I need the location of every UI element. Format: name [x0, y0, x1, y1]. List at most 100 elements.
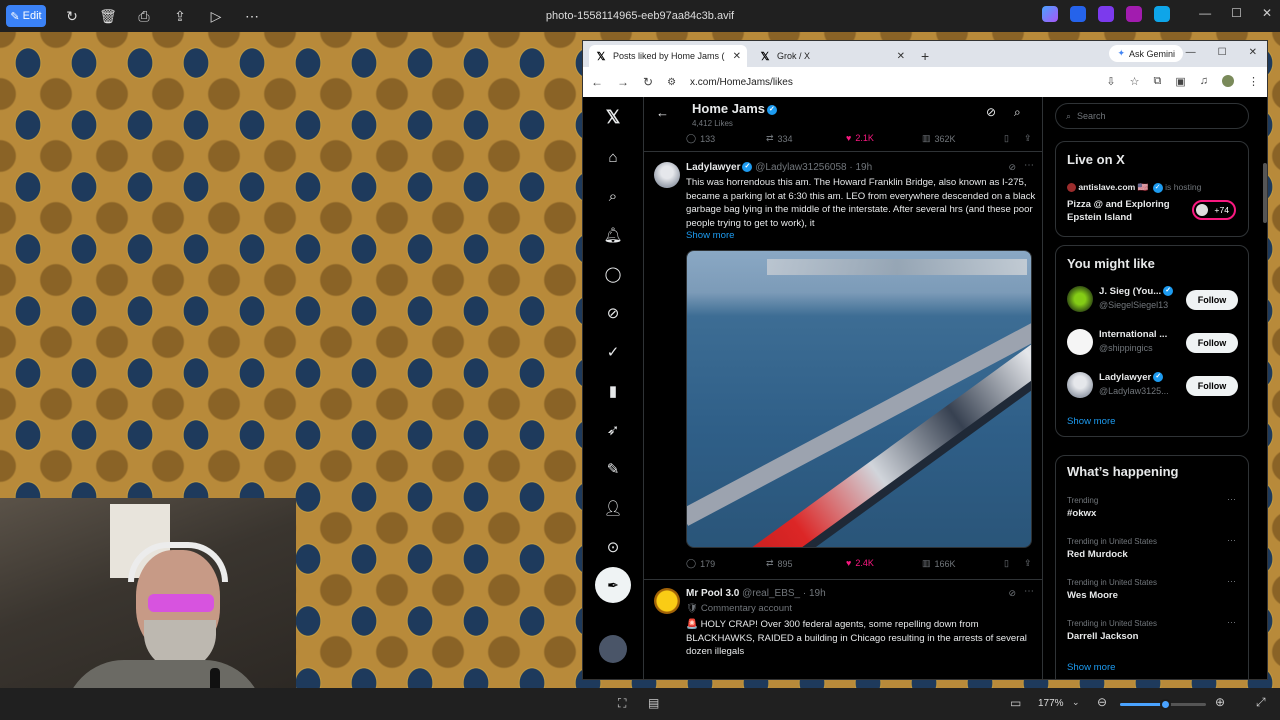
profile-avatar[interactable] — [1222, 75, 1234, 87]
back-icon[interactable]: ← — [591, 75, 603, 89]
trend-more-icon[interactable]: ⋯ — [1227, 494, 1236, 505]
close-icon[interactable]: ✕ — [1262, 6, 1272, 20]
compose-post-button[interactable]: ✒ — [595, 567, 631, 603]
grok-icon[interactable]: ⊘ — [603, 303, 623, 323]
grok-icon[interactable]: ⊘ — [1008, 162, 1016, 173]
zoom-slider[interactable] — [1120, 699, 1206, 710]
forward-icon[interactable]: → — [617, 75, 629, 89]
show-more-link[interactable]: Show more — [1067, 416, 1116, 427]
app-icon[interactable] — [1154, 6, 1170, 22]
jobs-rocket-icon[interactable]: ➶ — [603, 420, 623, 440]
minimize-icon[interactable]: — — [1186, 47, 1196, 58]
media-icon[interactable]: ♫ — [1200, 75, 1208, 88]
suggestion-name[interactable]: International ... — [1099, 329, 1167, 340]
listener-pill[interactable]: +74 — [1192, 200, 1236, 220]
minimize-icon[interactable]: — — [1199, 6, 1211, 20]
fit-screen-icon[interactable]: ⛶ — [618, 696, 626, 711]
share-icon[interactable]: ⇪ — [1024, 133, 1032, 144]
url-field[interactable]: x.com/HomeJams/likes — [690, 77, 793, 88]
share-icon[interactable]: ⇪ — [1024, 558, 1032, 569]
show-more-link[interactable]: Show more — [1067, 662, 1116, 673]
verified-icon[interactable]: ✓ — [603, 342, 623, 362]
avatar[interactable] — [1067, 372, 1093, 398]
more-icon[interactable]: ⋯ — [1024, 586, 1034, 597]
trend-name[interactable]: Red Murdock — [1067, 549, 1128, 560]
trend-more-icon[interactable]: ⋯ — [1227, 576, 1236, 587]
app-icon[interactable] — [1070, 6, 1086, 22]
bridge-photo[interactable] — [686, 250, 1032, 548]
zoom-in-icon[interactable]: ⊕ — [1215, 695, 1225, 709]
post-author[interactable]: Ladylawyer ✓ @Ladylaw31256058 · 19h — [686, 162, 872, 173]
app-icon[interactable] — [1042, 6, 1058, 22]
close-icon[interactable]: ✕ — [1249, 47, 1257, 58]
bookmark-star-icon[interactable]: ☆ — [1130, 75, 1140, 88]
repost-button[interactable]: ⇄ 334 — [766, 133, 793, 144]
zoom-out-icon[interactable]: ⊖ — [1097, 695, 1107, 709]
site-info-icon[interactable]: ⚙ — [667, 77, 676, 88]
explore-search-icon[interactable]: ⌕ — [603, 186, 623, 206]
maximize-icon[interactable]: ☐ — [1231, 6, 1242, 20]
bookmark-icon[interactable]: ▯ — [1004, 558, 1009, 569]
install-icon[interactable]: ⇩ — [1106, 75, 1115, 88]
trend-name[interactable]: Wes Moore — [1067, 590, 1118, 601]
zoom-value[interactable]: 177% — [1038, 698, 1064, 709]
home-icon[interactable]: ⌂ — [603, 147, 623, 167]
new-tab-icon[interactable]: + — [921, 45, 929, 67]
extension-icon[interactable]: ▣ — [1175, 75, 1185, 88]
follow-button[interactable]: Follow — [1186, 333, 1238, 353]
maximize-icon[interactable]: ☐ — [1218, 47, 1227, 58]
bookmarks-icon[interactable]: ▮ — [603, 381, 623, 401]
account-avatar[interactable] — [599, 635, 627, 663]
show-more-link[interactable]: Show more — [686, 230, 735, 241]
ask-gemini-button[interactable]: ✦ Ask Gemini — [1109, 45, 1183, 62]
avatar[interactable] — [654, 588, 680, 614]
actual-size-icon[interactable]: ▭ — [1010, 696, 1021, 710]
articles-icon[interactable]: ✎ — [603, 459, 623, 479]
browser-menu-icon[interactable]: ⋮ — [1248, 75, 1259, 88]
extensions-icon[interactable]: ⧉ — [1153, 75, 1161, 88]
app-icon[interactable] — [1098, 6, 1114, 22]
profile-icon[interactable]: 👤︎ — [603, 498, 623, 518]
post[interactable]: Ladylawyer ✓ @Ladylaw31256058 · 19h ⊘ ⋯ T… — [644, 151, 1042, 571]
bookmark-icon[interactable]: ▯ — [1004, 133, 1009, 144]
reload-icon[interactable]: ↻ — [643, 75, 653, 89]
notifications-bell-icon[interactable]: 🔔︎ — [603, 225, 623, 245]
close-tab-icon[interactable]: ✕ — [897, 51, 905, 62]
reply-button[interactable]: ◯ 133 — [686, 133, 715, 144]
views-button[interactable]: ▥ 166K — [922, 558, 956, 569]
more-icon[interactable]: ⋯ — [1024, 160, 1034, 171]
live-card[interactable]: Live on X antislave.com 🇺🇸 ✓ is hosting … — [1055, 141, 1249, 237]
back-arrow-icon[interactable]: ← — [656, 105, 669, 120]
grok-icon[interactable]: ⊘ — [1008, 588, 1016, 599]
trend-more-icon[interactable]: ⋯ — [1227, 617, 1236, 628]
views-button[interactable]: ▥ 362K — [922, 133, 956, 144]
close-tab-icon[interactable]: ✕ — [733, 51, 741, 62]
grok-icon[interactable]: ⊘ — [986, 105, 996, 119]
avatar[interactable] — [1067, 286, 1093, 312]
x-home-logo-icon[interactable]: 𝕏 — [603, 107, 623, 127]
follow-button[interactable]: Follow — [1186, 376, 1238, 396]
follow-button[interactable]: Follow — [1186, 290, 1238, 310]
reply-button[interactable]: ◯ 179 — [686, 558, 715, 569]
zoom-dropdown-icon[interactable]: ⌄ — [1072, 697, 1080, 708]
fullscreen-icon[interactable]: ⤢ — [1256, 695, 1266, 710]
suggestion-name[interactable]: Ladylawyer ✓ — [1099, 372, 1164, 383]
suggestion-name[interactable]: J. Sieg (You... ✓ — [1099, 286, 1174, 297]
search-icon[interactable]: ⌕ — [1014, 105, 1021, 120]
info-icon[interactable]: ▤ — [648, 696, 659, 710]
avatar[interactable] — [1067, 329, 1093, 355]
search-input[interactable]: ⌕ Search — [1055, 103, 1249, 129]
post-author[interactable]: Mr Pool 3.0 @real_EBS_ · 19h — [686, 588, 826, 599]
tab-likes[interactable]: 𝕏 Posts liked by Home Jams (@H ✕ — [589, 45, 747, 67]
more-circle-icon[interactable]: ⊙ — [603, 537, 623, 557]
trend-name[interactable]: Darrell Jackson — [1067, 631, 1138, 642]
trend-name[interactable]: #okwx — [1067, 508, 1096, 519]
trend-more-icon[interactable]: ⋯ — [1227, 535, 1236, 546]
scrollbar[interactable] — [1263, 163, 1267, 223]
zoom-slider-thumb[interactable] — [1159, 699, 1171, 710]
repost-button[interactable]: ⇄ 895 — [766, 558, 793, 569]
like-button[interactable]: ♥ 2.4K — [846, 558, 874, 568]
post[interactable]: Mr Pool 3.0 @real_EBS_ · 19h ⊘ ⋯ 🛡︎ Comm… — [644, 579, 1042, 679]
like-button[interactable]: ♥ 2.1K — [846, 133, 874, 143]
avatar[interactable] — [654, 162, 680, 188]
